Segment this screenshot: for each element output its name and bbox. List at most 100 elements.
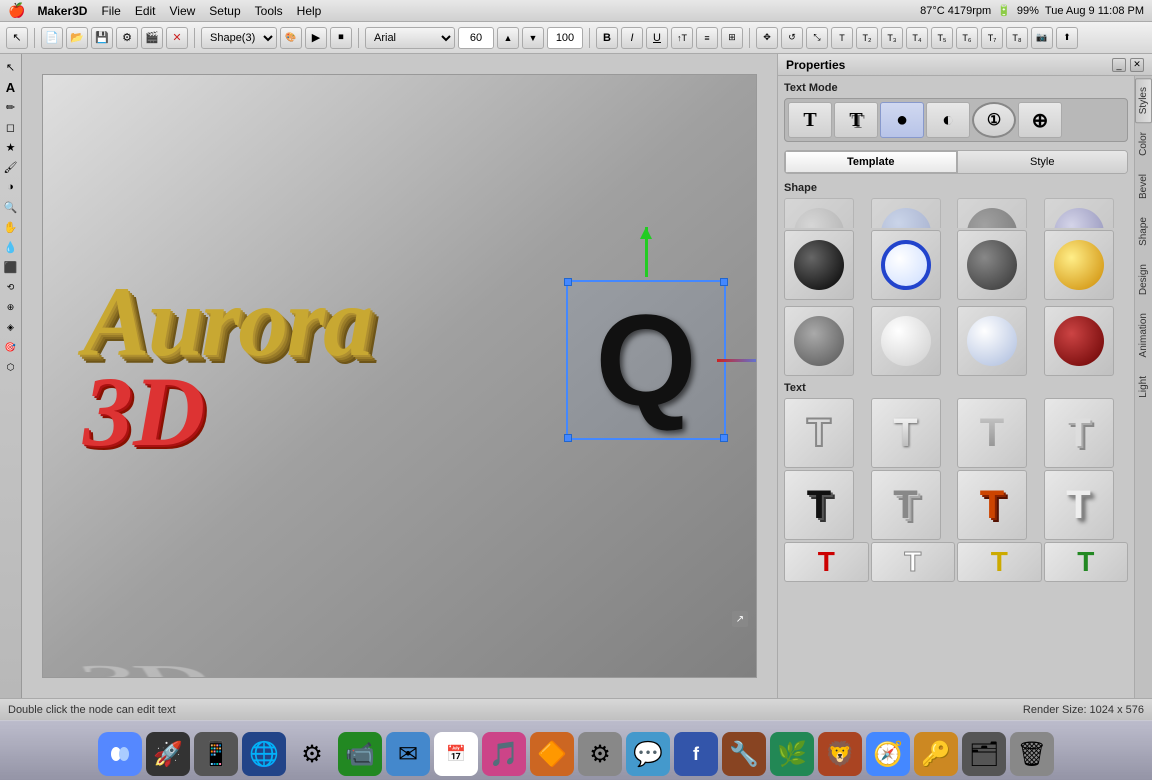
- toolbar-t6[interactable]: T₆: [956, 27, 978, 49]
- style-tab[interactable]: Style: [958, 151, 1128, 173]
- toolbar-cam[interactable]: 📷: [1031, 27, 1053, 49]
- tool-eyedrop[interactable]: 💧: [2, 238, 20, 256]
- text-cell-red[interactable]: T: [784, 542, 869, 582]
- shape-cell-dark-red[interactable]: [1044, 306, 1114, 376]
- menu-help[interactable]: Help: [297, 4, 322, 18]
- app-name[interactable]: Maker3D: [37, 4, 87, 18]
- tool-extra1[interactable]: ⟲: [2, 278, 20, 296]
- toolbar-t8[interactable]: T₈: [1006, 27, 1028, 49]
- text-cell-transparent[interactable]: T: [784, 398, 854, 468]
- dock-mail[interactable]: ✉: [386, 732, 430, 776]
- font-select[interactable]: Arial Helvetica Times New Roman: [365, 27, 455, 49]
- tool-extra2[interactable]: ⊕: [2, 298, 20, 316]
- right-tab-design[interactable]: Design: [1135, 255, 1152, 304]
- tool-gradient[interactable]: ◑: [2, 178, 20, 196]
- shape-cell-light[interactable]: [871, 306, 941, 376]
- toolbar-play[interactable]: ▶: [305, 27, 327, 49]
- shape-cell-dark-gray[interactable]: [957, 230, 1027, 300]
- dock-app3[interactable]: ⚙: [290, 732, 334, 776]
- mode-sphere[interactable]: ●: [880, 102, 924, 138]
- tool-zoom[interactable]: 🔍: [2, 198, 20, 216]
- canvas-area[interactable]: Aurora 3D Aurora 3D Q: [22, 54, 777, 698]
- tool-paint[interactable]: 🖌: [2, 158, 20, 176]
- toolbar-scale[interactable]: ⤡: [806, 27, 828, 49]
- toolbar-open[interactable]: 📂: [66, 27, 88, 49]
- shape-cell-medium-gray[interactable]: [784, 306, 854, 376]
- toolbar-save[interactable]: 💾: [91, 27, 113, 49]
- shape-cell-black[interactable]: [784, 230, 854, 300]
- text-cell-metal[interactable]: T: [871, 470, 941, 540]
- toolbar-settings[interactable]: ⚙: [116, 27, 138, 49]
- text-cell-silver[interactable]: T: [871, 398, 941, 468]
- tool-shape[interactable]: ◻: [2, 118, 20, 136]
- right-tab-animation[interactable]: Animation: [1135, 304, 1152, 366]
- tool-extra3[interactable]: ◈: [2, 318, 20, 336]
- toolbar-render[interactable]: 🎬: [141, 27, 163, 49]
- resize-handle-bl[interactable]: [564, 434, 572, 442]
- resize-handle-tr[interactable]: [720, 278, 728, 286]
- shape-cell-gold[interactable]: [1044, 230, 1114, 300]
- dock-app2[interactable]: 🌐: [242, 732, 286, 776]
- mode-flat[interactable]: T: [788, 102, 832, 138]
- dock-finder[interactable]: [98, 732, 142, 776]
- properties-minimize[interactable]: _: [1112, 58, 1126, 72]
- shape-partial-2[interactable]: [871, 198, 941, 228]
- toolbar-align[interactable]: ≡: [696, 27, 718, 49]
- right-tab-color[interactable]: Color: [1135, 123, 1152, 165]
- menu-edit[interactable]: Edit: [135, 4, 156, 18]
- shape-cell-white-blue[interactable]: [957, 306, 1027, 376]
- toolbar-move[interactable]: ✥: [756, 27, 778, 49]
- dock-launchpad[interactable]: 🚀: [146, 732, 190, 776]
- dock-calendar[interactable]: 📅: [434, 732, 478, 776]
- right-tab-styles[interactable]: Styles: [1135, 78, 1152, 123]
- toolbar-bold[interactable]: B: [596, 27, 618, 49]
- tool-node[interactable]: ⬛: [2, 258, 20, 276]
- toolbar-arrow-tool[interactable]: ↖: [6, 27, 28, 49]
- font-size-down[interactable]: ▼: [522, 27, 544, 49]
- toolbar-t4[interactable]: T₄: [906, 27, 928, 49]
- dock-trash[interactable]: 🗑: [1010, 732, 1054, 776]
- apple-menu[interactable]: 🍎: [8, 2, 25, 19]
- tool-text[interactable]: A: [2, 78, 20, 96]
- dock-itunes[interactable]: 🎵: [482, 732, 526, 776]
- shape-partial-1[interactable]: [784, 198, 854, 228]
- toolbar-color[interactable]: 🎨: [280, 27, 302, 49]
- menu-view[interactable]: View: [170, 4, 196, 18]
- dock-fb[interactable]: f: [674, 732, 718, 776]
- text-cell-white-outline[interactable]: T: [871, 542, 956, 582]
- text-cell-yellow[interactable]: T: [957, 542, 1042, 582]
- toolbar-stop[interactable]: ⏹: [330, 27, 352, 49]
- shape-cell-blue-outline[interactable]: [871, 230, 941, 300]
- toolbar-t3[interactable]: T₃: [881, 27, 903, 49]
- toolbar-t7[interactable]: T₇: [981, 27, 1003, 49]
- dock-safari[interactable]: 🧭: [866, 732, 910, 776]
- dock-app1[interactable]: 📱: [194, 732, 238, 776]
- toolbar-rotate[interactable]: ↺: [781, 27, 803, 49]
- toolbar-t5[interactable]: T₅: [931, 27, 953, 49]
- properties-close[interactable]: ✕: [1130, 58, 1144, 72]
- text-cell-white-simple[interactable]: T: [1044, 470, 1114, 540]
- mode-outlined[interactable]: ⊕: [1018, 102, 1062, 138]
- mode-number[interactable]: ①: [972, 102, 1016, 138]
- tool-extra4[interactable]: 🎯: [2, 338, 20, 356]
- toolbar-new[interactable]: 📄: [41, 27, 63, 49]
- dock-facetime[interactable]: 📹: [338, 732, 382, 776]
- tool-hand[interactable]: ✋: [2, 218, 20, 236]
- tool-star[interactable]: ★: [2, 138, 20, 156]
- toolbar-t1[interactable]: T: [831, 27, 853, 49]
- resize-handle-tl[interactable]: [564, 278, 572, 286]
- menu-file[interactable]: File: [101, 4, 120, 18]
- toolbar-t2[interactable]: T₂: [856, 27, 878, 49]
- mode-half-sphere[interactable]: ◐: [926, 102, 970, 138]
- tool-pen[interactable]: ✏: [2, 98, 20, 116]
- toolbar-close[interactable]: ✕: [166, 27, 188, 49]
- font-scale-input[interactable]: [547, 27, 583, 49]
- dock-prefs[interactable]: ⚙: [578, 732, 622, 776]
- toolbar-more1[interactable]: ⊞: [721, 27, 743, 49]
- dock-app7[interactable]: 🦁: [818, 732, 862, 776]
- dock-skype[interactable]: 💬: [626, 732, 670, 776]
- right-tab-light[interactable]: Light: [1135, 367, 1152, 407]
- right-tab-shape[interactable]: Shape: [1135, 208, 1152, 255]
- template-tab[interactable]: Template: [785, 151, 957, 173]
- toolbar-italic[interactable]: I: [621, 27, 643, 49]
